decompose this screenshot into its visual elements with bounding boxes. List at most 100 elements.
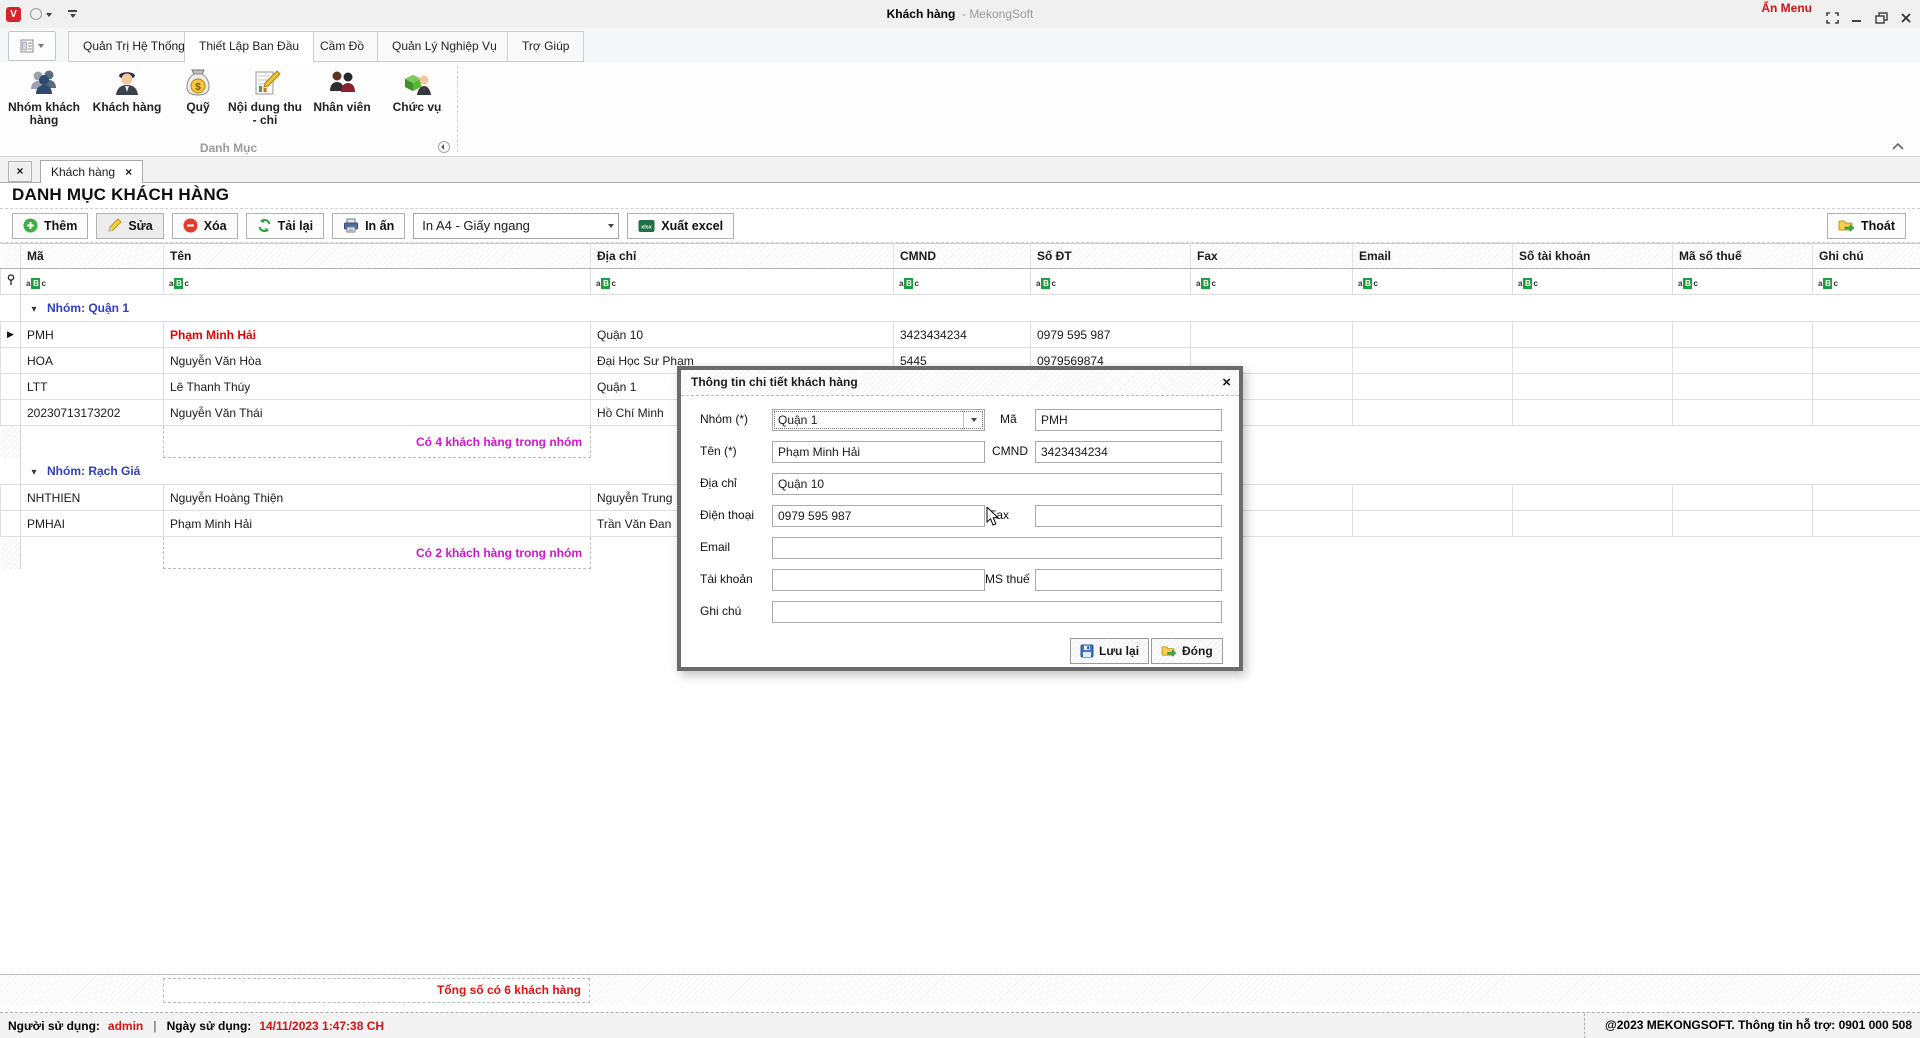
column-header-sotaikhoan[interactable]: Số tài khoản	[1513, 244, 1673, 269]
cell-ghichu[interactable]	[1813, 322, 1920, 348]
filter-cell-masothue[interactable]: aBc	[1673, 269, 1813, 295]
minimize-icon[interactable]	[1851, 12, 1863, 24]
address-field[interactable]: Quận 10	[772, 473, 1222, 495]
chevron-down-icon[interactable]	[963, 410, 984, 430]
save-button[interactable]: Lưu lại	[1070, 638, 1149, 664]
filter-cell-ten[interactable]: aBc	[164, 269, 591, 295]
close-dialog-button[interactable]: Đóng	[1151, 638, 1223, 664]
filter-cell-diachi[interactable]: aBc	[591, 269, 894, 295]
cell-ten[interactable]: Nguyễn Văn Hòa	[164, 348, 591, 374]
dialog-title-bar[interactable]: Thông tin chi tiết khách hàng ×	[681, 370, 1239, 396]
ribbon-item-income-expense[interactable]: Nội dung thu - chi	[228, 65, 302, 149]
document-tab-khach-hang[interactable]: Khách hàng×	[40, 160, 143, 183]
table-row[interactable]: ▶ PMH Phạm Minh Hải Quận 10 3423434234 0…	[1, 322, 1920, 348]
column-header-diachi[interactable]: Địa chỉ	[591, 244, 894, 269]
ribbon-tab-help[interactable]: Trợ Giúp	[507, 31, 584, 62]
column-header-fax[interactable]: Fax	[1191, 244, 1353, 269]
cell-ma[interactable]: HOA	[21, 348, 164, 374]
cell-sotaikhoan[interactable]	[1513, 322, 1673, 348]
print-button[interactable]: In ấn	[332, 213, 405, 239]
ribbon-tab-initial-setup[interactable]: Thiết Lập Ban Đầu	[184, 31, 314, 63]
edit-button[interactable]: Sửa	[96, 213, 163, 239]
export-excel-button[interactable]: xlsx Xuất excel	[627, 213, 734, 239]
cell-masothue[interactable]	[1673, 485, 1813, 511]
cell-fax[interactable]	[1191, 322, 1353, 348]
cell-diachi[interactable]: Quận 10	[591, 322, 894, 348]
cell-masothue[interactable]	[1673, 374, 1813, 400]
group-row-quan1[interactable]: ▾Nhóm: Quận 1	[1, 295, 1920, 322]
email-field[interactable]	[772, 537, 1222, 559]
fullscreen-icon[interactable]	[1826, 12, 1839, 24]
ribbon-item-employee[interactable]: Nhân viên	[306, 65, 378, 149]
reload-button[interactable]: Tải lại	[246, 213, 324, 239]
exit-button[interactable]: Thoát	[1827, 213, 1906, 239]
account-field[interactable]	[772, 569, 985, 591]
cell-ghichu[interactable]	[1813, 374, 1920, 400]
ribbon-item-customer-group[interactable]: Nhóm khách hàng	[4, 65, 84, 149]
filter-cell-fax[interactable]: aBc	[1191, 269, 1353, 295]
cell-sotaikhoan[interactable]	[1513, 485, 1673, 511]
code-field[interactable]: PMH	[1035, 409, 1222, 431]
note-field[interactable]	[772, 601, 1222, 623]
cell-email[interactable]	[1353, 400, 1513, 426]
cell-masothue[interactable]	[1673, 400, 1813, 426]
filter-cell-cmnd[interactable]: aBc	[894, 269, 1031, 295]
close-icon[interactable]	[1900, 12, 1912, 24]
column-header-email[interactable]: Email	[1353, 244, 1513, 269]
ribbon-tab-business[interactable]: Quản Lý Nghiệp Vụ	[377, 31, 512, 62]
cell-cmnd[interactable]: 3423434234	[894, 322, 1031, 348]
cell-ten[interactable]: Phạm Minh Hải	[164, 511, 591, 537]
close-all-tabs-button[interactable]: ×	[8, 161, 32, 182]
cell-ten[interactable]: Nguyễn Hoàng Thiện	[164, 485, 591, 511]
cell-ghichu[interactable]	[1813, 485, 1920, 511]
cell-ghichu[interactable]	[1813, 400, 1920, 426]
cell-sotaikhoan[interactable]	[1513, 348, 1673, 374]
cell-email[interactable]	[1353, 322, 1513, 348]
column-header-sodt[interactable]: Số ĐT	[1031, 244, 1191, 269]
cell-ten[interactable]: Nguyễn Văn Thái	[164, 400, 591, 426]
cell-email[interactable]	[1353, 348, 1513, 374]
group-collapse-icon[interactable]: ▾	[21, 467, 47, 478]
delete-button[interactable]: Xóa	[172, 213, 238, 239]
column-header-ten[interactable]: Tên	[164, 244, 591, 269]
print-mode-select[interactable]: In A4 - Giấy ngang	[413, 213, 619, 239]
column-header-masothue[interactable]: Mã số thuế	[1673, 244, 1813, 269]
cell-masothue[interactable]	[1673, 348, 1813, 374]
cell-masothue[interactable]	[1673, 322, 1813, 348]
cell-sotaikhoan[interactable]	[1513, 400, 1673, 426]
cmnd-field[interactable]: 3423434234	[1035, 441, 1222, 463]
fax-field[interactable]	[1035, 505, 1222, 527]
cell-masothue[interactable]	[1673, 511, 1813, 537]
ribbon-item-fund[interactable]: $ Quỹ	[170, 65, 226, 149]
cell-ten[interactable]: Lê Thanh Thúy	[164, 374, 591, 400]
ribbon-group-launcher-icon[interactable]	[438, 141, 450, 153]
cell-sotaikhoan[interactable]	[1513, 511, 1673, 537]
cell-sotaikhoan[interactable]	[1513, 374, 1673, 400]
column-header-ghichu[interactable]: Ghi chú	[1813, 244, 1920, 269]
add-button[interactable]: Thêm	[12, 213, 88, 239]
restore-icon[interactable]	[1875, 12, 1888, 24]
ribbon-item-position[interactable]: Chức vụ	[382, 65, 452, 149]
column-header-ma[interactable]: Mã	[21, 244, 164, 269]
group-collapse-icon[interactable]: ▾	[21, 304, 47, 315]
cell-ma[interactable]: LTT	[21, 374, 164, 400]
ribbon-application-button[interactable]	[8, 31, 56, 61]
hide-menu-link[interactable]: Ẩn Menu	[1761, 1, 1812, 15]
filter-cell-ma[interactable]: aBc	[21, 269, 164, 295]
filter-cell-email[interactable]: aBc	[1353, 269, 1513, 295]
cell-ghichu[interactable]	[1813, 348, 1920, 374]
filter-cell-ghichu[interactable]: aBc	[1813, 269, 1920, 295]
cell-email[interactable]	[1353, 485, 1513, 511]
filter-pin-icon[interactable]	[1, 269, 21, 295]
cell-ghichu[interactable]	[1813, 511, 1920, 537]
cell-ma[interactable]: 20230713173202	[21, 400, 164, 426]
cell-ma[interactable]: PMHAI	[21, 511, 164, 537]
ribbon-item-customer[interactable]: Khách hàng	[88, 65, 166, 149]
cell-ma[interactable]: NHTHIEN	[21, 485, 164, 511]
ribbon-collapse-icon[interactable]	[1892, 143, 1904, 150]
cell-ma[interactable]: PMH	[21, 322, 164, 348]
cell-ten-highlighted[interactable]: Phạm Minh Hải	[164, 322, 591, 348]
group-combo[interactable]: Quận 1	[772, 409, 985, 431]
ribbon-tab-pawn[interactable]: Cầm Đồ	[305, 31, 379, 62]
cell-sodt[interactable]: 0979 595 987	[1031, 322, 1191, 348]
